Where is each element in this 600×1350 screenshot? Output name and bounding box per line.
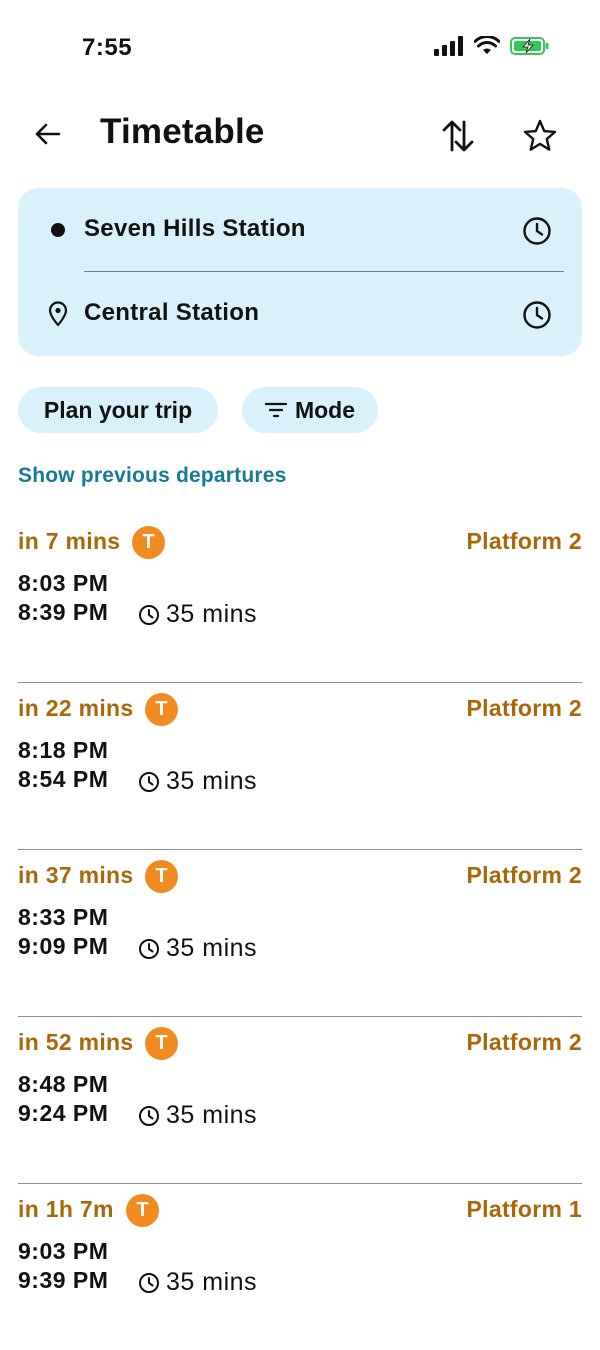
show-previous-departures-link[interactable]: Show previous departures xyxy=(18,464,287,488)
platform-label: Platform 2 xyxy=(466,528,582,554)
departure-row[interactable]: in 37 mins T Platform 2 8:33 PM 9:09 PM 35 mi… xyxy=(18,850,582,1017)
origin-name: Seven Hills Station xyxy=(84,215,306,242)
swap-direction-button[interactable] xyxy=(436,114,480,158)
arrival-time: 9:09 PM xyxy=(18,933,109,959)
duration-text: 35 mins xyxy=(166,600,258,628)
departure-row[interactable]: in 22 mins T Platform 2 8:18 PM 8:54 PM 35 mi… xyxy=(18,683,582,850)
page-title: Timetable xyxy=(100,112,265,151)
filter-icon xyxy=(264,402,287,418)
clock-icon[interactable] xyxy=(522,216,552,246)
plan-trip-chip[interactable]: Plan your trip xyxy=(18,387,218,433)
trip-duration: 35 mins xyxy=(138,600,257,629)
wifi-icon xyxy=(474,36,500,54)
star-outline-icon xyxy=(523,119,557,151)
back-button[interactable] xyxy=(28,114,68,154)
departure-row[interactable]: in 52 mins T Platform 2 8:48 PM 9:24 PM 35 mi… xyxy=(18,1017,582,1184)
train-mode-badge: T xyxy=(145,693,178,726)
trip-duration: 35 mins xyxy=(138,1268,257,1297)
platform-label: Platform 2 xyxy=(466,695,582,721)
train-mode-badge: T xyxy=(132,526,165,559)
favourite-button[interactable] xyxy=(518,114,562,158)
origin-row[interactable]: Seven Hills Station xyxy=(18,206,582,256)
departure-eta: in 52 mins xyxy=(18,1029,134,1055)
departure-time: 9:03 PM xyxy=(18,1238,109,1264)
mode-filter-chip[interactable]: Mode xyxy=(242,387,378,433)
mode-label: Mode xyxy=(294,396,356,423)
destination-row[interactable]: Central Station xyxy=(18,290,582,340)
status-icons xyxy=(434,36,550,56)
arrival-time: 9:39 PM xyxy=(18,1267,109,1293)
platform-label: Platform 2 xyxy=(466,1029,582,1055)
destination-name: Central Station xyxy=(84,299,260,326)
battery-charging-icon xyxy=(510,37,549,55)
app-bar: Timetable xyxy=(0,96,600,176)
departure-eta: in 7 mins xyxy=(18,528,121,554)
train-mode-badge: T xyxy=(145,860,178,893)
duration-text: 35 mins xyxy=(166,1101,258,1129)
location-pin-icon xyxy=(46,301,70,327)
plan-trip-label: Plan your trip xyxy=(43,396,193,423)
train-mode-badge: T xyxy=(126,1194,159,1227)
trip-duration: 35 mins xyxy=(138,934,257,963)
departure-eta: in 37 mins xyxy=(18,862,134,888)
departure-time: 8:48 PM xyxy=(18,1071,109,1097)
departure-time: 8:33 PM xyxy=(18,904,109,930)
dot-icon xyxy=(46,218,70,242)
platform-label: Platform 1 xyxy=(466,1196,582,1222)
departure-row[interactable]: in 7 mins T Platform 2 8:03 PM 8:39 PM 35 min… xyxy=(18,516,582,683)
clock-icon xyxy=(138,1272,160,1294)
departure-eta: in 1h 7m xyxy=(18,1196,114,1222)
departure-time: 8:18 PM xyxy=(18,737,109,763)
trip-divider xyxy=(84,271,564,272)
clock-icon[interactable] xyxy=(522,300,552,330)
clock-icon xyxy=(138,938,160,960)
trip-card: Seven Hills Station Central Station xyxy=(18,188,582,356)
train-mode-badge: T xyxy=(145,1027,178,1060)
platform-label: Platform 2 xyxy=(466,862,582,888)
duration-text: 35 mins xyxy=(166,767,258,795)
clock-icon xyxy=(138,604,160,626)
arrival-time: 8:39 PM xyxy=(18,599,109,625)
arrow-left-icon xyxy=(35,123,61,145)
departure-time: 8:03 PM xyxy=(18,570,109,596)
arrival-time: 8:54 PM xyxy=(18,766,109,792)
departure-eta: in 22 mins xyxy=(18,695,134,721)
clock-icon xyxy=(138,771,160,793)
duration-text: 35 mins xyxy=(166,1268,258,1296)
status-bar: 7:55 xyxy=(0,0,600,96)
trip-duration: 35 mins xyxy=(138,767,257,796)
trip-duration: 35 mins xyxy=(138,1101,257,1130)
departure-row[interactable]: in 1h 7m T Platform 1 9:03 PM 9:39 PM 35 mins xyxy=(18,1184,582,1350)
clock-icon xyxy=(138,1105,160,1127)
swap-vertical-icon xyxy=(442,120,474,152)
arrival-time: 9:24 PM xyxy=(18,1100,109,1126)
status-time: 7:55 xyxy=(82,34,133,61)
signal-icon xyxy=(434,36,463,56)
duration-text: 35 mins xyxy=(166,934,258,962)
departures-list: in 7 mins T Platform 2 8:03 PM 8:39 PM 35 min… xyxy=(18,516,582,1350)
